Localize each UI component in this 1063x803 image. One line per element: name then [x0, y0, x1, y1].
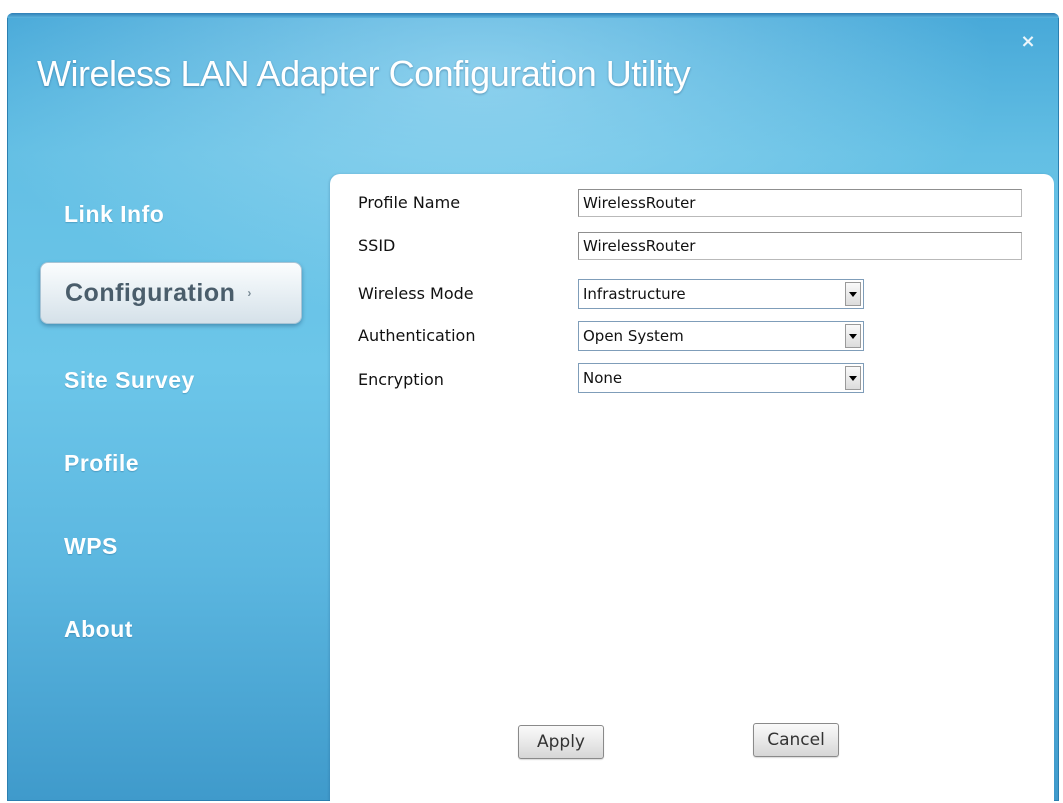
chevron-down-icon[interactable] — [845, 282, 861, 306]
sidebar-item-label: Profile — [64, 449, 140, 476]
sidebar-item-link-info[interactable]: Link Info — [44, 194, 164, 234]
close-icon[interactable]: × — [1019, 33, 1037, 51]
encryption-value: None — [583, 369, 623, 387]
sidebar-item-profile[interactable]: Profile — [44, 443, 139, 483]
sidebar-item-site-survey[interactable]: Site Survey — [44, 360, 195, 400]
sidebar-item-label: Configuration — [65, 278, 236, 307]
sidebar-item-about[interactable]: About — [44, 609, 133, 649]
wireless-mode-select[interactable]: Infrastructure — [578, 279, 864, 309]
encryption-select[interactable]: None — [578, 363, 864, 393]
profile-name-label: Profile Name — [358, 193, 461, 212]
ssid-label: SSID — [358, 236, 396, 255]
sidebar-item-label: About — [64, 615, 133, 642]
sidebar-item-label: WPS — [64, 532, 118, 559]
authentication-value: Open System — [583, 327, 684, 345]
wireless-mode-label: Wireless Mode — [358, 284, 474, 303]
window-title: Wireless LAN Adapter Configuration Utili… — [37, 53, 691, 94]
wireless-mode-value: Infrastructure — [583, 285, 686, 303]
profile-name-field[interactable]: WirelessRouter — [578, 189, 1022, 217]
configuration-panel: Profile Name WirelessRouter SSID Wireles… — [330, 174, 1054, 801]
app-window: Wireless LAN Adapter Configuration Utili… — [7, 13, 1059, 801]
apply-button[interactable]: Apply — [518, 725, 604, 759]
ssid-field[interactable]: WirelessRouter — [578, 232, 1022, 260]
sidebar-item-configuration[interactable]: Configuration › — [40, 262, 302, 324]
sidebar-item-label: Site Survey — [64, 366, 195, 393]
authentication-select[interactable]: Open System — [578, 321, 864, 351]
chevron-down-icon[interactable] — [845, 324, 861, 348]
cancel-button[interactable]: Cancel — [753, 723, 839, 757]
chevron-right-icon: › — [247, 286, 252, 300]
sidebar-item-wps[interactable]: WPS — [44, 526, 118, 566]
encryption-label: Encryption — [358, 370, 444, 389]
sidebar-item-label: Link Info — [64, 200, 165, 227]
authentication-label: Authentication — [358, 326, 476, 345]
chevron-down-icon[interactable] — [845, 366, 861, 390]
